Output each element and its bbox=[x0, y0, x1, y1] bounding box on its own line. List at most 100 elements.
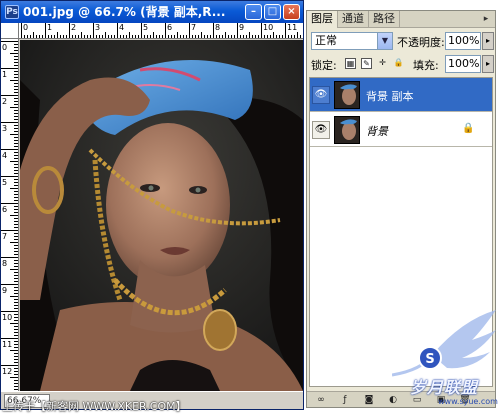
layer-name[interactable]: 背景 副本 bbox=[366, 88, 414, 104]
ruler-minor-tick bbox=[42, 35, 43, 38]
ruler-minor-tick bbox=[81, 32, 82, 38]
ruler-minor-tick bbox=[14, 164, 18, 165]
ruler-minor-tick bbox=[72, 35, 73, 38]
ruler-minor-tick bbox=[14, 125, 18, 126]
watermark-logo-letter: S bbox=[425, 352, 434, 367]
tab-layers[interactable]: 图层 bbox=[307, 11, 338, 28]
ruler-minor-tick bbox=[10, 296, 18, 297]
ruler-minor-tick bbox=[14, 347, 18, 348]
ruler-minor-tick bbox=[14, 356, 18, 357]
ruler-minor-tick bbox=[14, 245, 18, 246]
ruler-minor-tick bbox=[14, 71, 18, 72]
ruler-minor-tick bbox=[225, 32, 226, 38]
ruler-minor-tick bbox=[14, 62, 18, 63]
ruler-minor-tick bbox=[162, 35, 163, 38]
layer-row-background[interactable]: 👁 背景 🔒 bbox=[310, 113, 492, 147]
ruler-minor-tick bbox=[10, 134, 18, 135]
blend-mode-select[interactable]: 正常 ▼ bbox=[311, 32, 393, 50]
ruler-label: 11 bbox=[2, 340, 13, 349]
eye-icon[interactable]: 👁 bbox=[312, 86, 330, 104]
ruler-label: 2 bbox=[71, 23, 77, 32]
link-icon[interactable]: ∞ bbox=[315, 394, 327, 406]
ruler-label: 1 bbox=[2, 70, 8, 79]
opacity-input[interactable]: 100% bbox=[445, 32, 481, 50]
ruler-minor-tick bbox=[14, 47, 18, 48]
ruler-minor-tick bbox=[264, 35, 265, 38]
layer-row-background-copy[interactable]: 👁 背景 副本 bbox=[310, 78, 492, 112]
ruler-tick bbox=[117, 23, 118, 38]
lock-all-icon[interactable]: 🔒 bbox=[393, 58, 404, 69]
ruler-minor-tick bbox=[249, 32, 250, 38]
ruler-label: 10 bbox=[263, 23, 274, 32]
ruler-minor-tick bbox=[30, 35, 31, 38]
ruler-minor-tick bbox=[14, 113, 18, 114]
ruler-minor-tick bbox=[171, 35, 172, 38]
tab-paths[interactable]: 路径 bbox=[369, 11, 400, 28]
fill-label: 填充: bbox=[413, 59, 439, 72]
ruler-minor-tick bbox=[14, 167, 18, 168]
ruler-tick bbox=[213, 23, 214, 38]
ruler-minor-tick bbox=[14, 272, 18, 273]
ruler-tick bbox=[285, 23, 286, 38]
chevron-down-icon: ▼ bbox=[377, 33, 392, 49]
fill-slider-button[interactable]: ▸ bbox=[482, 55, 494, 73]
close-button[interactable]: × bbox=[283, 4, 300, 20]
lock-transparency-icon[interactable]: ▦ bbox=[345, 58, 356, 69]
ruler-tick bbox=[1, 203, 18, 204]
ruler-minor-tick bbox=[54, 35, 55, 38]
lock-position-icon[interactable]: ✛ bbox=[377, 58, 388, 69]
lock-icon: 🔒 bbox=[462, 123, 475, 134]
ruler-minor-tick bbox=[39, 35, 40, 38]
ruler-minor-tick bbox=[14, 200, 18, 201]
palette-menu-icon[interactable]: ▸ bbox=[480, 13, 492, 25]
minimize-button[interactable]: – bbox=[245, 4, 262, 20]
horizontal-ruler[interactable]: 0 1 2 3 4 5 6 7 8 9 10 11 bbox=[19, 23, 303, 39]
lock-label: 锁定: bbox=[311, 59, 337, 72]
ruler-minor-tick bbox=[87, 35, 88, 38]
ruler-label: 3 bbox=[95, 23, 101, 32]
tab-channels[interactable]: 通道 bbox=[338, 11, 369, 28]
ruler-label: 10 bbox=[2, 313, 13, 322]
layer-thumbnail bbox=[334, 81, 360, 109]
ruler-minor-tick bbox=[14, 143, 18, 144]
ruler-minor-tick bbox=[14, 128, 18, 129]
ruler-minor-tick bbox=[159, 35, 160, 38]
ruler-origin[interactable] bbox=[1, 23, 19, 39]
mask-icon[interactable]: ◙ bbox=[363, 394, 375, 406]
fx-icon[interactable]: ƒ bbox=[339, 394, 351, 406]
ruler-minor-tick bbox=[14, 236, 18, 237]
lock-pixels-icon[interactable]: ✎ bbox=[361, 58, 372, 69]
eye-icon[interactable]: 👁 bbox=[312, 121, 330, 139]
ruler-minor-tick bbox=[14, 83, 18, 84]
ruler-minor-tick bbox=[14, 335, 18, 336]
ruler-minor-tick bbox=[207, 35, 208, 38]
image-canvas[interactable] bbox=[20, 40, 303, 391]
palette-tabs: 图层 通道 路径 bbox=[307, 11, 495, 28]
lock-fill-row: 锁定: ▦ ✎ ✛ 🔒 填充: 100% ▸ bbox=[311, 55, 494, 73]
vertical-ruler[interactable]: 0 1 2 3 4 5 6 7 8 9 10 11 12 bbox=[1, 39, 19, 391]
ruler-minor-tick bbox=[75, 35, 76, 38]
ruler-minor-tick bbox=[14, 131, 18, 132]
layer-name[interactable]: 背景 bbox=[366, 123, 388, 139]
ruler-minor-tick bbox=[14, 119, 18, 120]
ruler-minor-tick bbox=[114, 35, 115, 38]
ruler-minor-tick bbox=[14, 146, 18, 147]
ruler-minor-tick bbox=[14, 116, 18, 117]
ruler-minor-tick bbox=[14, 221, 18, 222]
ruler-minor-tick bbox=[14, 383, 18, 384]
fill-input[interactable]: 100% bbox=[445, 55, 481, 73]
ruler-minor-tick bbox=[10, 53, 18, 54]
ruler-minor-tick bbox=[10, 350, 18, 351]
ruler-tick bbox=[1, 149, 18, 150]
ruler-minor-tick bbox=[14, 362, 18, 363]
adjustment-icon[interactable]: ◐ bbox=[387, 394, 399, 406]
maximize-button[interactable]: □ bbox=[264, 4, 281, 20]
ruler-tick bbox=[21, 23, 22, 38]
watermark-brand: 岁月联盟 bbox=[410, 378, 479, 397]
ruler-minor-tick bbox=[14, 152, 18, 153]
ruler-minor-tick bbox=[186, 35, 187, 38]
ruler-label: 9 bbox=[2, 286, 8, 295]
ruler-minor-tick bbox=[14, 173, 18, 174]
document-title-bar[interactable]: Ps 001.jpg @ 66.7% (背景 副本,R... – □ × bbox=[1, 1, 303, 23]
opacity-slider-button[interactable]: ▸ bbox=[482, 32, 494, 50]
